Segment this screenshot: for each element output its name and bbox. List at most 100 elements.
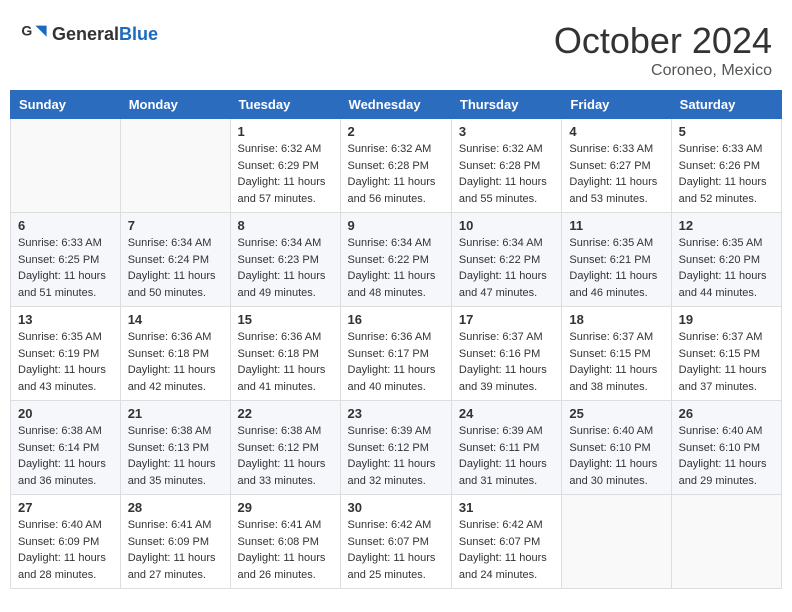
day-info: Sunrise: 6:36 AMSunset: 6:17 PMDaylight:… [348, 329, 444, 395]
day-number: 15 [238, 312, 333, 327]
day-number: 6 [18, 218, 113, 233]
calendar-cell: 15 Sunrise: 6:36 AMSunset: 6:18 PMDayligh… [230, 307, 340, 401]
logo: G GeneralBlue [20, 20, 158, 48]
calendar-cell: 23 Sunrise: 6:39 AMSunset: 6:12 PMDayligh… [340, 401, 451, 495]
header-wednesday: Wednesday [340, 91, 451, 119]
calendar-cell: 8 Sunrise: 6:34 AMSunset: 6:23 PMDaylight… [230, 213, 340, 307]
calendar-cell [11, 119, 121, 213]
header-tuesday: Tuesday [230, 91, 340, 119]
day-number: 7 [128, 218, 223, 233]
day-info: Sunrise: 6:36 AMSunset: 6:18 PMDaylight:… [238, 329, 333, 395]
day-info: Sunrise: 6:39 AMSunset: 6:12 PMDaylight:… [348, 423, 444, 489]
day-number: 13 [18, 312, 113, 327]
calendar-week-2: 6Sunrise: 6:33 AMSunset: 6:25 PMDaylight… [11, 213, 782, 307]
calendar-cell: 9Sunrise: 6:34 AMSunset: 6:22 PMDaylight… [340, 213, 451, 307]
day-info: Sunrise: 6:42 AMSunset: 6:07 PMDaylight:… [459, 517, 554, 583]
day-info: Sunrise: 6:38 AMSunset: 6:14 PMDaylight:… [18, 423, 113, 489]
calendar-cell: 24Sunrise: 6:39 AMSunset: 6:11 PMDayligh… [451, 401, 561, 495]
calendar-cell: 5 Sunrise: 6:33 AMSunset: 6:26 PMDaylight… [671, 119, 781, 213]
calendar-cell: 2Sunrise: 6:32 AMSunset: 6:28 PMDaylight… [340, 119, 451, 213]
day-info: Sunrise: 6:35 AMSunset: 6:19 PMDaylight:… [18, 329, 113, 395]
calendar-cell: 25 Sunrise: 6:40 AMSunset: 6:10 PMDayligh… [562, 401, 671, 495]
day-number: 23 [348, 406, 444, 421]
day-info: Sunrise: 6:35 AMSunset: 6:21 PMDaylight:… [569, 235, 663, 301]
day-number: 29 [238, 500, 333, 515]
calendar-cell: 26Sunrise: 6:40 AMSunset: 6:10 PMDayligh… [671, 401, 781, 495]
day-info: Sunrise: 6:37 AMSunset: 6:15 PMDaylight:… [679, 329, 774, 395]
day-number: 4 [569, 124, 663, 139]
day-number: 21 [128, 406, 223, 421]
day-number: 10 [459, 218, 554, 233]
calendar-cell: 10 Sunrise: 6:34 AMSunset: 6:22 PMDayligh… [451, 213, 561, 307]
day-info: Sunrise: 6:34 AMSunset: 6:24 PMDaylight:… [128, 235, 223, 301]
calendar-cell: 22 Sunrise: 6:38 AMSunset: 6:12 PMDayligh… [230, 401, 340, 495]
title-block: October 2024 Coroneo, Mexico [554, 20, 772, 80]
day-info: Sunrise: 6:34 AMSunset: 6:22 PMDaylight:… [348, 235, 444, 301]
calendar-cell: 17Sunrise: 6:37 AMSunset: 6:16 PMDayligh… [451, 307, 561, 401]
day-number: 31 [459, 500, 554, 515]
header-saturday: Saturday [671, 91, 781, 119]
day-number: 17 [459, 312, 554, 327]
logo-blue: Blue [119, 24, 158, 44]
calendar-week-4: 20 Sunrise: 6:38 AMSunset: 6:14 PMDayligh… [11, 401, 782, 495]
day-info: Sunrise: 6:34 AMSunset: 6:22 PMDaylight:… [459, 235, 554, 301]
calendar-cell: 27Sunrise: 6:40 AMSunset: 6:09 PMDayligh… [11, 495, 121, 589]
calendar-cell [562, 495, 671, 589]
calendar-week-5: 27Sunrise: 6:40 AMSunset: 6:09 PMDayligh… [11, 495, 782, 589]
day-number: 12 [679, 218, 774, 233]
day-info: Sunrise: 6:40 AMSunset: 6:10 PMDaylight:… [569, 423, 663, 489]
calendar-cell: 13 Sunrise: 6:35 AMSunset: 6:19 PMDayligh… [11, 307, 121, 401]
day-info: Sunrise: 6:40 AMSunset: 6:09 PMDaylight:… [18, 517, 113, 583]
day-info: Sunrise: 6:41 AMSunset: 6:08 PMDaylight:… [238, 517, 333, 583]
calendar-cell: 21Sunrise: 6:38 AMSunset: 6:13 PMDayligh… [120, 401, 230, 495]
day-info: Sunrise: 6:33 AMSunset: 6:26 PMDaylight:… [679, 141, 774, 207]
day-number: 5 [679, 124, 774, 139]
day-number: 24 [459, 406, 554, 421]
day-info: Sunrise: 6:35 AMSunset: 6:20 PMDaylight:… [679, 235, 774, 301]
calendar-week-3: 13 Sunrise: 6:35 AMSunset: 6:19 PMDayligh… [11, 307, 782, 401]
calendar-cell: 20 Sunrise: 6:38 AMSunset: 6:14 PMDayligh… [11, 401, 121, 495]
month-title: October 2024 [554, 20, 772, 62]
day-info: Sunrise: 6:32 AMSunset: 6:29 PMDaylight:… [238, 141, 333, 207]
day-number: 25 [569, 406, 663, 421]
day-info: Sunrise: 6:34 AMSunset: 6:23 PMDaylight:… [238, 235, 333, 301]
logo-text: GeneralBlue [52, 24, 158, 45]
day-number: 3 [459, 124, 554, 139]
header-friday: Friday [562, 91, 671, 119]
calendar-cell [671, 495, 781, 589]
day-info: Sunrise: 6:32 AMSunset: 6:28 PMDaylight:… [348, 141, 444, 207]
day-info: Sunrise: 6:37 AMSunset: 6:15 PMDaylight:… [569, 329, 663, 395]
calendar-cell: 30 Sunrise: 6:42 AMSunset: 6:07 PMDayligh… [340, 495, 451, 589]
day-number: 16 [348, 312, 444, 327]
day-number: 19 [679, 312, 774, 327]
day-number: 22 [238, 406, 333, 421]
day-info: Sunrise: 6:32 AMSunset: 6:28 PMDaylight:… [459, 141, 554, 207]
calendar-cell: 16 Sunrise: 6:36 AMSunset: 6:17 PMDayligh… [340, 307, 451, 401]
day-number: 18 [569, 312, 663, 327]
day-info: Sunrise: 6:36 AMSunset: 6:18 PMDaylight:… [128, 329, 223, 395]
day-number: 14 [128, 312, 223, 327]
logo-general: General [52, 24, 119, 44]
calendar-header-row: SundayMondayTuesdayWednesdayThursdayFrid… [11, 91, 782, 119]
page-header: G GeneralBlue October 2024 Coroneo, Mexi… [10, 10, 782, 85]
day-number: 8 [238, 218, 333, 233]
day-number: 28 [128, 500, 223, 515]
calendar-cell: 3 Sunrise: 6:32 AMSunset: 6:28 PMDaylight… [451, 119, 561, 213]
svg-text:G: G [21, 22, 32, 38]
calendar-cell: 19 Sunrise: 6:37 AMSunset: 6:15 PMDayligh… [671, 307, 781, 401]
calendar-cell: 18 Sunrise: 6:37 AMSunset: 6:15 PMDayligh… [562, 307, 671, 401]
day-number: 20 [18, 406, 113, 421]
calendar-cell: 1 Sunrise: 6:32 AMSunset: 6:29 PMDaylight… [230, 119, 340, 213]
day-info: Sunrise: 6:33 AMSunset: 6:27 PMDaylight:… [569, 141, 663, 207]
day-info: Sunrise: 6:40 AMSunset: 6:10 PMDaylight:… [679, 423, 774, 489]
calendar-cell: 12 Sunrise: 6:35 AMSunset: 6:20 PMDayligh… [671, 213, 781, 307]
day-number: 30 [348, 500, 444, 515]
day-info: Sunrise: 6:38 AMSunset: 6:12 PMDaylight:… [238, 423, 333, 489]
calendar-cell: 4 Sunrise: 6:33 AMSunset: 6:27 PMDaylight… [562, 119, 671, 213]
logo-icon: G [20, 20, 48, 48]
day-info: Sunrise: 6:42 AMSunset: 6:07 PMDaylight:… [348, 517, 444, 583]
calendar-cell: 6Sunrise: 6:33 AMSunset: 6:25 PMDaylight… [11, 213, 121, 307]
day-info: Sunrise: 6:41 AMSunset: 6:09 PMDaylight:… [128, 517, 223, 583]
header-sunday: Sunday [11, 91, 121, 119]
day-number: 1 [238, 124, 333, 139]
